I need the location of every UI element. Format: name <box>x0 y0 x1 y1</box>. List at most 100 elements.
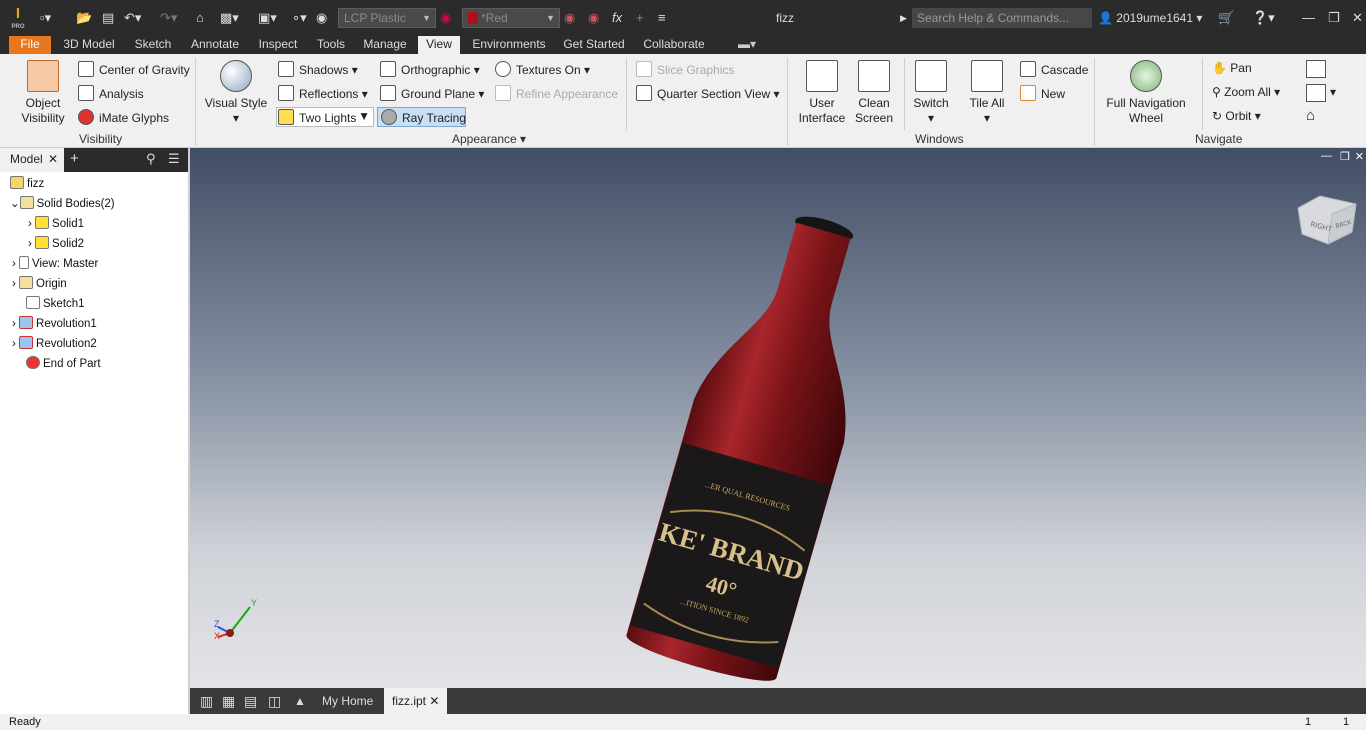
tab-fizz-ipt[interactable]: fizz.ipt ✕ <box>384 688 448 714</box>
user-interface-button[interactable]: User Interface <box>796 60 848 126</box>
viewport-restore-icon[interactable]: ❐ <box>1340 150 1350 163</box>
imate-glyphs-button[interactable]: iMate Glyphs <box>78 109 169 126</box>
chevron-right-icon[interactable]: › <box>28 218 35 230</box>
close-tab-icon[interactable]: ✕ <box>48 148 58 170</box>
shadows-button[interactable]: Shadows ▾ <box>278 61 358 78</box>
tab-3d-model[interactable]: 3D Model <box>58 36 120 54</box>
tree-node-view-master[interactable]: › View: Master <box>12 256 98 272</box>
home-icon[interactable]: ⌂ <box>196 10 204 26</box>
adjust-icon[interactable]: ◉ <box>564 10 575 26</box>
orthographic-button[interactable]: Orthographic ▾ <box>380 61 480 78</box>
tab-model[interactable]: Model ✕ <box>0 148 64 172</box>
quarter-section-view-button[interactable]: Quarter Section View ▾ <box>636 85 780 102</box>
ray-tracing-button[interactable]: Ray Tracing <box>377 107 466 127</box>
textures-on-button[interactable]: Textures On ▾ <box>495 61 590 78</box>
center-of-gravity-button[interactable]: Center of Gravity <box>78 61 190 78</box>
chevron-right-icon[interactable]: › <box>12 338 19 350</box>
panel-options-icon[interactable]: ▬▾ <box>732 36 762 54</box>
user-menu[interactable]: 👤 2019ume1641 ▾ <box>1098 11 1202 25</box>
tree-node-solid2[interactable]: › Solid2 <box>28 236 84 252</box>
lighting-dropdown[interactable]: Two Lights ▼ <box>276 107 374 127</box>
tree-node-fizz[interactable]: fizz <box>10 176 44 192</box>
tile-vertical-icon[interactable]: ◫ <box>260 688 289 714</box>
update-icon[interactable]: ▩▾ <box>220 10 239 26</box>
appearance-group-label[interactable]: Appearance ▾ <box>452 132 526 146</box>
app-logo[interactable]: I PRO <box>8 4 28 32</box>
bodies-icon[interactable]: ∘▾ <box>292 10 307 26</box>
clear-icon[interactable]: ◉ <box>588 10 599 26</box>
material-dropdown[interactable]: LCP Plastic ▼ <box>338 8 436 28</box>
reflections-button[interactable]: Reflections ▾ <box>278 85 368 102</box>
tree-node-end-of-part[interactable]: End of Part <box>26 356 101 372</box>
ground-plane-button[interactable]: Ground Plane ▾ <box>380 85 484 102</box>
visual-style-button[interactable]: Visual Style ▾ <box>202 60 270 126</box>
chevron-right-icon[interactable]: › <box>12 278 19 290</box>
view-face-icon[interactable] <box>1306 60 1326 78</box>
tab-annotate[interactable]: Annotate <box>184 36 246 54</box>
tab-my-home[interactable]: My Home <box>314 688 381 714</box>
tree-node-origin[interactable]: › Origin <box>12 276 67 292</box>
close-icon[interactable]: ✕ <box>1352 10 1363 26</box>
cart-icon[interactable]: 🛒 <box>1218 10 1234 26</box>
add-tab-icon[interactable]: + <box>70 148 79 170</box>
tab-file[interactable]: File <box>9 36 51 54</box>
full-navigation-wheel-button[interactable]: Full Navigation Wheel <box>1100 60 1192 126</box>
viewport-minimize-icon[interactable]: — <box>1321 150 1332 162</box>
orbit-button[interactable]: ↻ Orbit ▾ <box>1212 109 1261 124</box>
clean-screen-button[interactable]: Clean Screen <box>848 60 900 126</box>
minimize-icon[interactable]: — <box>1302 10 1315 26</box>
new-window-button[interactable]: New <box>1020 85 1065 102</box>
undo-icon[interactable]: ↶▾ <box>124 10 141 26</box>
tree-node-solid-bodies[interactable]: ⌄ Solid Bodies(2) <box>10 196 115 212</box>
object-visibility-button[interactable]: Object Visibility <box>14 60 72 126</box>
search-input[interactable]: Search Help & Commands... <box>912 8 1092 28</box>
chevron-right-icon[interactable]: › <box>12 258 19 270</box>
globe-icon[interactable]: ◉ <box>316 10 327 26</box>
chevron-right-icon[interactable]: › <box>28 238 35 250</box>
zoom-all-button[interactable]: ⚲ Zoom All ▾ <box>1212 85 1280 100</box>
tab-list-icon[interactable]: ▲ <box>286 688 314 714</box>
appearance-dropdown[interactable]: *Red ▼ <box>462 8 560 28</box>
save-icon[interactable]: ▤ <box>102 10 114 26</box>
bottle[interactable]: ...ER QUAL RESOURCES KE' BRAND 40° ...IT… <box>623 198 901 688</box>
tab-inspect[interactable]: Inspect <box>252 36 304 54</box>
select-icon[interactable]: ▣▾ <box>258 10 277 26</box>
redo-icon[interactable]: ↷▾ <box>160 10 177 26</box>
home-view-icon[interactable]: ⌂ <box>1306 108 1315 123</box>
restore-icon[interactable]: ❐ <box>1328 10 1340 26</box>
tab-get-started[interactable]: Get Started <box>558 36 630 54</box>
menu-icon[interactable]: ☰ <box>168 148 180 170</box>
tab-sketch[interactable]: Sketch <box>128 36 178 54</box>
cascade-button[interactable]: Cascade <box>1020 61 1088 78</box>
tile-all-button[interactable]: Tile All ▾ <box>962 60 1012 126</box>
switch-button[interactable]: Switch ▾ <box>906 60 956 126</box>
tab-manage[interactable]: Manage <box>358 36 412 54</box>
viewport-close-icon[interactable]: ✕ <box>1355 150 1364 163</box>
chevron-down-icon[interactable]: ⌄ <box>10 198 20 210</box>
help-icon[interactable]: ❔▾ <box>1252 10 1275 26</box>
appearance-icon[interactable]: ◉ <box>440 10 451 26</box>
previous-view-dropdown-icon[interactable]: ▾ <box>1330 85 1336 100</box>
customize-icon[interactable]: ≡ <box>658 10 666 26</box>
chevron-right-icon[interactable]: › <box>12 318 19 330</box>
view-cube[interactable]: RIGHT BACK <box>1297 195 1357 245</box>
open-icon[interactable]: 📂 <box>76 10 92 26</box>
new-icon[interactable]: ▫▾ <box>40 10 51 26</box>
previous-view-icon[interactable] <box>1306 84 1326 102</box>
tree-node-sketch1[interactable]: Sketch1 <box>26 296 85 312</box>
tree-node-revolution1[interactable]: › Revolution1 <box>12 316 97 332</box>
tab-environments[interactable]: Environments <box>466 36 552 54</box>
plus-icon[interactable]: + <box>636 10 644 26</box>
fx-icon[interactable]: fx <box>612 10 622 26</box>
tab-view[interactable]: View <box>418 36 460 54</box>
search-icon[interactable]: ⚲ <box>146 148 156 170</box>
analysis-button[interactable]: Analysis <box>78 85 144 102</box>
close-document-icon[interactable]: ✕ <box>429 694 439 708</box>
pan-button[interactable]: ✋ Pan <box>1212 61 1252 76</box>
tab-collaborate[interactable]: Collaborate <box>636 36 712 54</box>
expand-icon[interactable]: ▶ <box>900 10 907 26</box>
tab-tools[interactable]: Tools <box>310 36 352 54</box>
tree-node-solid1[interactable]: › Solid1 <box>28 216 84 232</box>
slice-graphics-button[interactable]: Slice Graphics <box>636 61 734 78</box>
refine-appearance-button[interactable]: Refine Appearance <box>495 85 618 102</box>
